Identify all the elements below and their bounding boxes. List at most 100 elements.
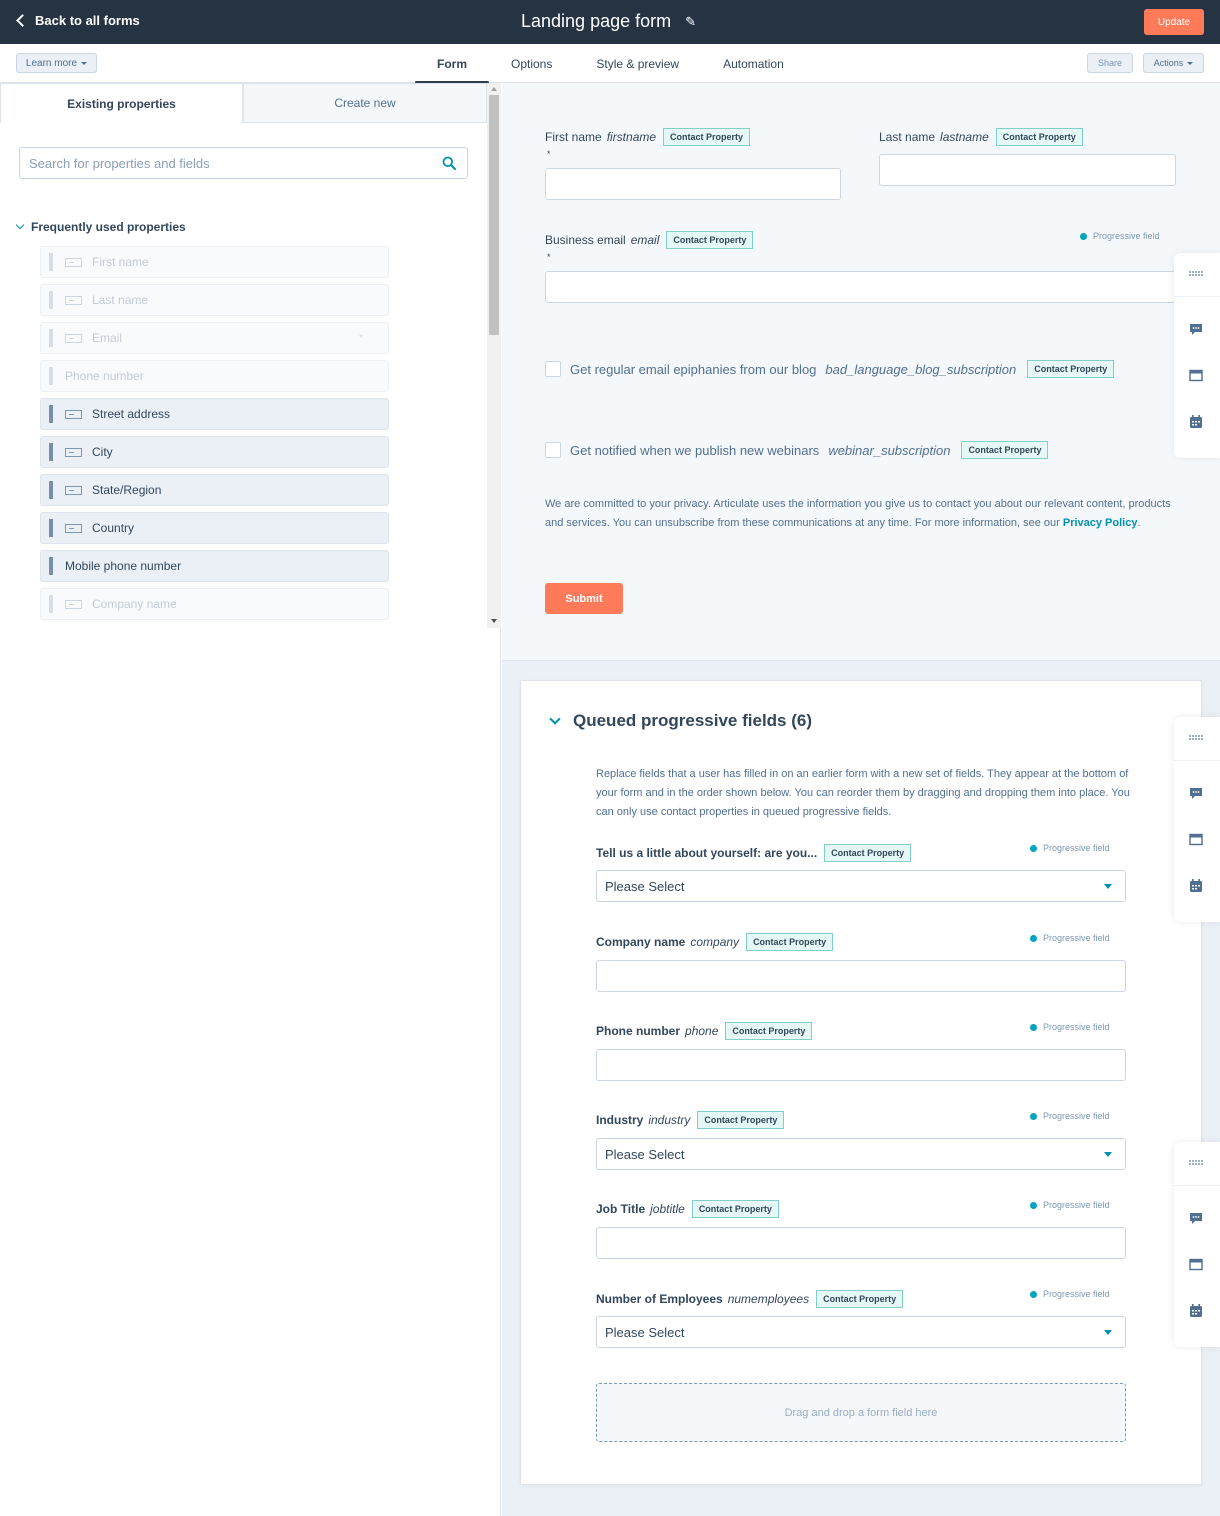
tab-automation[interactable]: Automation [701, 44, 806, 83]
field-toolbar [1174, 253, 1220, 458]
learn-more-label: Learn more [25, 57, 78, 69]
select-value: Please Select [605, 878, 685, 894]
required-star: * [547, 149, 551, 159]
progressive-field-indicator: Progressive field [1030, 933, 1110, 943]
drag-handle-icon[interactable] [1188, 267, 1204, 281]
queued-field-label[interactable]: Company name company Contact Property [596, 933, 834, 951]
field-toolbar [1174, 717, 1220, 922]
learn-more-dropdown[interactable]: Learn more [16, 53, 97, 73]
drag-handle-icon[interactable] [49, 481, 53, 499]
field-label: Number of Employees [596, 1292, 723, 1306]
window-icon[interactable] [1188, 369, 1204, 383]
scroll-down-arrow-icon[interactable] [491, 619, 497, 623]
drop-zone[interactable]: Drag and drop a form field here [596, 1383, 1126, 1442]
tab-options[interactable]: Options [489, 44, 574, 83]
form-title-text: Landing page form [521, 11, 672, 31]
queued-field-label[interactable]: Phone number phone Contact Property [596, 1022, 813, 1040]
property-item-street-address[interactable]: Street address [40, 398, 389, 430]
tab-style-preview[interactable]: Style & preview [574, 44, 701, 83]
drag-handle-icon[interactable] [49, 519, 53, 537]
calendar-icon[interactable] [1188, 415, 1204, 429]
comment-icon[interactable] [1188, 787, 1204, 801]
submit-button[interactable]: Submit [545, 583, 623, 614]
comment-icon[interactable] [1188, 1212, 1204, 1226]
progressive-field-indicator: Progressive field [1030, 1200, 1110, 1210]
field-label: Company name [596, 935, 686, 949]
frequently-used-toggle[interactable]: Frequently used properties [15, 220, 186, 234]
drag-handle-icon [49, 291, 53, 309]
calendar-icon[interactable] [1188, 879, 1204, 893]
drag-handle-icon [49, 329, 53, 347]
properties-panel: Existing properties Create new Frequentl… [0, 83, 501, 1516]
industry-select[interactable]: Please Select [596, 1138, 1126, 1170]
form-preview: First name firstname Contact Property * … [502, 83, 1220, 661]
blog-subscription-checkbox[interactable] [545, 361, 561, 377]
queued-fields-toggle[interactable]: Queued progressive fields (6) [549, 711, 813, 731]
actions-dropdown[interactable]: Actions [1143, 53, 1204, 73]
queued-field-label[interactable]: Tell us a little about yourself: are you… [596, 844, 912, 862]
search-input[interactable] [20, 148, 420, 178]
property-item-state-region[interactable]: State/Region [40, 474, 389, 506]
queued-field-label[interactable]: Number of Employees numemployees Contact… [596, 1290, 904, 1308]
about-yourself-select[interactable]: Please Select [596, 870, 1126, 902]
email-input[interactable] [545, 271, 1176, 303]
privacy-policy-link[interactable]: Privacy Policy [1063, 517, 1138, 529]
drag-handle-icon[interactable] [1188, 1156, 1204, 1170]
progressive-field-indicator: Progressive field [1030, 843, 1110, 853]
last-name-input[interactable] [879, 154, 1176, 186]
tab-create-new[interactable]: Create new [243, 83, 487, 123]
text-field-icon [65, 295, 82, 305]
back-to-all-forms-link[interactable]: Back to all forms [16, 13, 140, 28]
property-item-mobile-phone-number[interactable]: Mobile phone number [40, 550, 389, 582]
queued-title: Queued progressive fields (6) [573, 711, 813, 730]
field-internal-name: bad_language_blog_subscription [825, 361, 1017, 377]
property-item-country[interactable]: Country [40, 512, 389, 544]
queued-field-label[interactable]: Job Title jobtitle Contact Property [596, 1200, 779, 1218]
search-box [19, 147, 468, 179]
panel-scrollbar[interactable] [487, 83, 501, 628]
blog-subscription-field[interactable]: Get regular email epiphanies from our bl… [545, 360, 1115, 378]
scrollbar-thumb[interactable] [489, 95, 499, 335]
job-title-input[interactable] [596, 1227, 1126, 1259]
text-field-icon [65, 333, 82, 343]
email-label[interactable]: Business email email Contact Property [545, 231, 754, 249]
last-name-label[interactable]: Last name lastname Contact Property [879, 128, 1083, 146]
caret-down-icon [81, 61, 88, 65]
privacy-end: . [1137, 517, 1141, 529]
tab-form[interactable]: Form [415, 44, 489, 84]
window-icon[interactable] [1188, 833, 1204, 847]
calendar-icon[interactable] [1188, 1304, 1204, 1318]
phone-number-input[interactable] [596, 1049, 1126, 1081]
drag-handle-icon[interactable] [49, 443, 53, 461]
checkbox-label: Get notified when we publish new webinar… [570, 442, 820, 458]
company-name-input[interactable] [596, 960, 1126, 992]
property-item-first-name: First name [40, 246, 389, 278]
num-employees-select[interactable]: Please Select [596, 1316, 1126, 1348]
drag-handle-icon[interactable] [49, 557, 53, 575]
drag-handle-icon[interactable] [1188, 731, 1204, 745]
contact-property-badge: Contact Property [666, 231, 754, 249]
queued-field-label[interactable]: Industry industry Contact Property [596, 1111, 785, 1129]
progressive-label: Progressive field [1043, 1022, 1110, 1032]
contact-property-badge: Contact Property [1027, 360, 1115, 378]
text-field-icon [65, 257, 82, 267]
webinar-subscription-field[interactable]: Get notified when we publish new webinar… [545, 441, 1049, 459]
share-button[interactable]: Share [1087, 53, 1133, 73]
privacy-notice[interactable]: We are committed to your privacy. Articu… [545, 495, 1185, 533]
comment-icon[interactable] [1188, 323, 1204, 337]
pencil-icon[interactable]: ✎ [685, 14, 696, 30]
contact-property-badge: Contact Property [691, 1200, 779, 1218]
first-name-input[interactable] [545, 168, 841, 200]
window-icon[interactable] [1188, 1258, 1204, 1272]
contact-property-badge: Contact Property [746, 933, 834, 951]
tab-existing-properties[interactable]: Existing properties [0, 83, 243, 123]
property-item-city[interactable]: City [40, 436, 389, 468]
update-button[interactable]: Update [1144, 9, 1204, 35]
scroll-up-arrow-icon[interactable] [491, 87, 497, 91]
drag-handle-icon[interactable] [49, 405, 53, 423]
progressive-dot-icon [1030, 1201, 1037, 1209]
first-name-label[interactable]: First name firstname Contact Property [545, 128, 751, 146]
search-icon[interactable] [442, 156, 456, 170]
section-title: Frequently used properties [31, 220, 186, 234]
webinar-subscription-checkbox[interactable] [545, 442, 561, 458]
